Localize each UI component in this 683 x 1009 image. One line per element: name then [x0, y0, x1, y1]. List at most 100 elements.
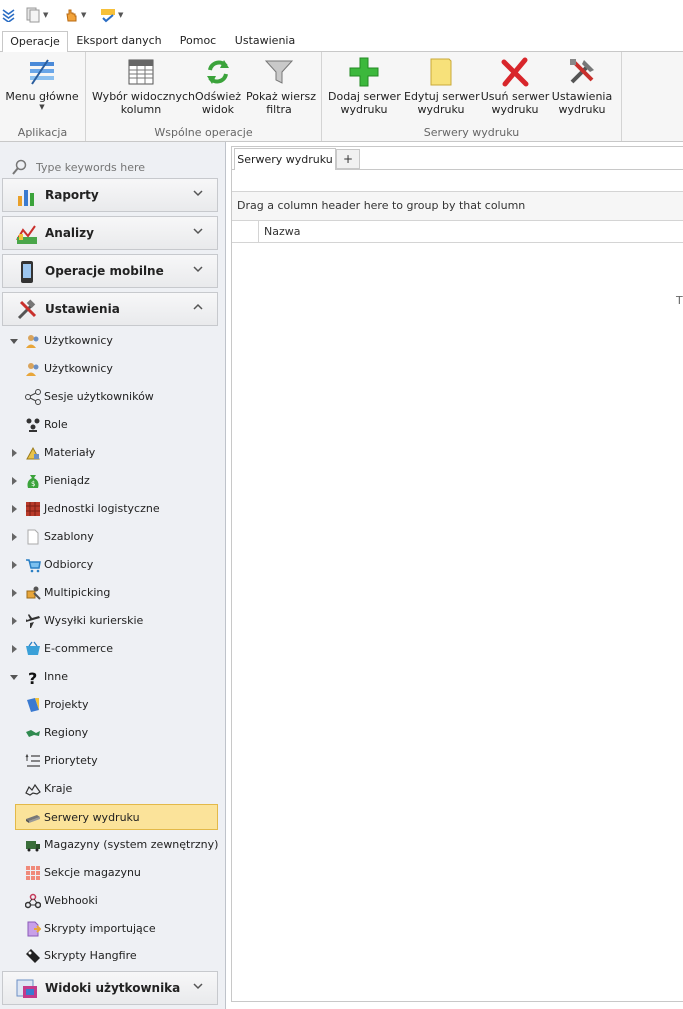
sessions-network-icon [25, 389, 41, 405]
group-caption-aplikacja: Aplikacja [17, 126, 68, 139]
ribbon-tab-bar: Operacje Eksport danych Pomoc Ustawienia [0, 30, 683, 53]
nav-group-ustawienia[interactable]: Ustawienia [2, 292, 218, 326]
expand-right-icon [12, 477, 17, 485]
documents-icon [26, 7, 40, 23]
tree-node-e-commerce[interactable]: E-commerce [0, 638, 226, 660]
tools-icon [566, 56, 598, 88]
cart-icon [26, 559, 41, 573]
tree-node-serwery-wydruku[interactable]: Serwery wydruku [15, 804, 218, 830]
expand-right-icon [12, 505, 17, 513]
users-icon [26, 363, 39, 376]
delete-print-server-button[interactable]: Usuń serwer wydruku [480, 56, 550, 116]
tree-node-label: Sekcje magazynu [44, 866, 141, 879]
tree-node-uzytkownicy-group[interactable]: Użytkownicy [0, 330, 226, 352]
chevron-down-icon [193, 190, 203, 197]
chevron-down-icon [193, 228, 203, 235]
tree-node-projekty[interactable]: Projekty [0, 694, 226, 716]
tree-node-regiony[interactable]: Regiony [0, 722, 226, 744]
tree-node-webhooki[interactable]: Webhooki [0, 890, 226, 912]
navigation-sidebar: Raporty Analizy Operacje mobilne Ustawie… [0, 142, 226, 1009]
delete-server-label-2: wydruku [491, 103, 539, 116]
tree-node-wysylki-kurierskie[interactable]: Wysyłki kurierskie [0, 610, 226, 632]
users-icon [26, 335, 39, 348]
spellcheck-qat-button[interactable]: ▼ [100, 6, 123, 24]
group-by-panel[interactable]: Drag a column header here to group by th… [232, 191, 683, 221]
refresh-label-1: Odśwież [195, 90, 241, 103]
expand-right-icon [12, 449, 17, 457]
search-box[interactable] [0, 154, 226, 180]
tab-eksport-danych[interactable]: Eksport danych [76, 31, 162, 53]
tree-node-label: Regiony [44, 726, 89, 739]
tree-node-multipicking[interactable]: Multipicking [0, 582, 226, 604]
svg-text:$: $ [31, 480, 35, 488]
main-menu-button[interactable]: Menu główne ▼ [4, 56, 80, 111]
projects-icon [27, 698, 39, 712]
tree-node-skrypty-hangfire[interactable]: Skrypty Hangfire [0, 945, 226, 967]
documents-qat-button[interactable]: ▼ [25, 6, 48, 24]
roles-icon [26, 418, 40, 432]
choose-columns-button[interactable]: Wybór widocznych kolumn [92, 56, 195, 116]
tree-node-jednostki-logistyczne[interactable]: Jednostki logistyczne [0, 498, 226, 520]
tree-node-inne[interactable]: ? Inne [0, 666, 226, 688]
tree-node-role[interactable]: Role [0, 414, 226, 436]
nav-group-label: Raporty [45, 188, 99, 202]
ribbon-group-serwery-wydruku: Dodaj serwer wydruku Edytuj serwer wydru… [322, 52, 622, 141]
tab-operacje[interactable]: Operacje [2, 31, 68, 53]
tree-node-uzytkownicy[interactable]: Użytkownicy [0, 358, 226, 380]
question-mark-icon: ? [28, 669, 37, 685]
mobile-phone-icon [21, 261, 33, 283]
expand-right-icon [12, 645, 17, 653]
main-content: Serwery wydruku + Drag a column header h… [231, 146, 683, 1002]
printer-icon [26, 815, 40, 823]
tree-node-magazyny[interactable]: Magazyny (system zewnętrzny) [0, 834, 226, 856]
tree-node-kraje[interactable]: Kraje [0, 778, 226, 800]
search-input[interactable] [34, 158, 214, 176]
add-tab-button[interactable]: + [336, 149, 360, 169]
tree-node-szablony[interactable]: Szablony [0, 526, 226, 548]
materials-icon [26, 446, 40, 460]
tree-node-materialy[interactable]: Materiały [0, 442, 226, 464]
nav-group-raporty[interactable]: Raporty [2, 178, 218, 212]
column-header-nazwa[interactable]: Nazwa [264, 225, 300, 238]
money-bag-icon: $ [27, 475, 39, 488]
touch-qat-button[interactable]: ▼ [63, 6, 86, 24]
add-print-server-button[interactable]: Dodaj serwer wydruku [328, 56, 401, 116]
tree-node-sesje-uzytkownikow[interactable]: Sesje użytkowników [0, 386, 226, 408]
app-menu-icon[interactable] [2, 6, 15, 24]
refresh-label-2: widok [201, 103, 235, 116]
nav-group-label: Operacje mobilne [45, 264, 164, 278]
expand-right-icon [12, 617, 17, 625]
add-server-label-1: Dodaj serwer [328, 90, 401, 103]
columns-grid-icon [125, 56, 157, 88]
ribbon-group-wspolne-operacje: Wybór widocznych kolumn Odśwież widok Po… [86, 52, 322, 141]
regions-map-icon [26, 730, 40, 737]
chevron-down-icon [193, 266, 203, 273]
refresh-view-button[interactable]: Odśwież widok [190, 56, 246, 116]
expand-right-icon [12, 561, 17, 569]
edit-note-icon [425, 56, 457, 88]
print-settings-button[interactable]: Ustawienia wydruku [550, 56, 614, 116]
tree-node-label: Szablony [44, 530, 94, 543]
document-tab-serwery-wydruku[interactable]: Serwery wydruku [234, 148, 336, 170]
analytics-icon [16, 225, 37, 244]
tree-node-pieniadz[interactable]: $ Pieniądz [0, 470, 226, 492]
tree-node-odbiorcy[interactable]: Odbiorcy [0, 554, 226, 576]
priority-list-icon [25, 753, 40, 767]
refresh-icon [202, 56, 234, 88]
tab-pomoc[interactable]: Pomoc [170, 31, 226, 53]
show-filter-row-button[interactable]: Pokaż wiersz filtra [246, 56, 316, 116]
expand-down-icon [10, 339, 18, 344]
countries-map-icon [25, 783, 41, 796]
tree-node-priorytety[interactable]: Priorytety [0, 750, 226, 772]
tree-node-sekcje-magazynu[interactable]: Sekcje magazynu [0, 862, 226, 884]
nav-group-operacje-mobilne[interactable]: Operacje mobilne [2, 254, 218, 288]
add-server-label-2: wydruku [340, 103, 388, 116]
tree-node-label: Role [44, 418, 68, 431]
nav-group-analizy[interactable]: Analizy [2, 216, 218, 250]
tree-node-skrypty-importujace[interactable]: Skrypty importujące [0, 918, 226, 940]
edit-print-server-button[interactable]: Edytuj serwer wydruku [404, 56, 480, 116]
nav-group-widoki-uzytkownika[interactable]: Widoki użytkownika [2, 971, 218, 1005]
tree-node-label: Odbiorcy [44, 558, 94, 571]
airplane-icon [26, 614, 40, 628]
tab-ustawienia[interactable]: Ustawienia [232, 31, 298, 53]
